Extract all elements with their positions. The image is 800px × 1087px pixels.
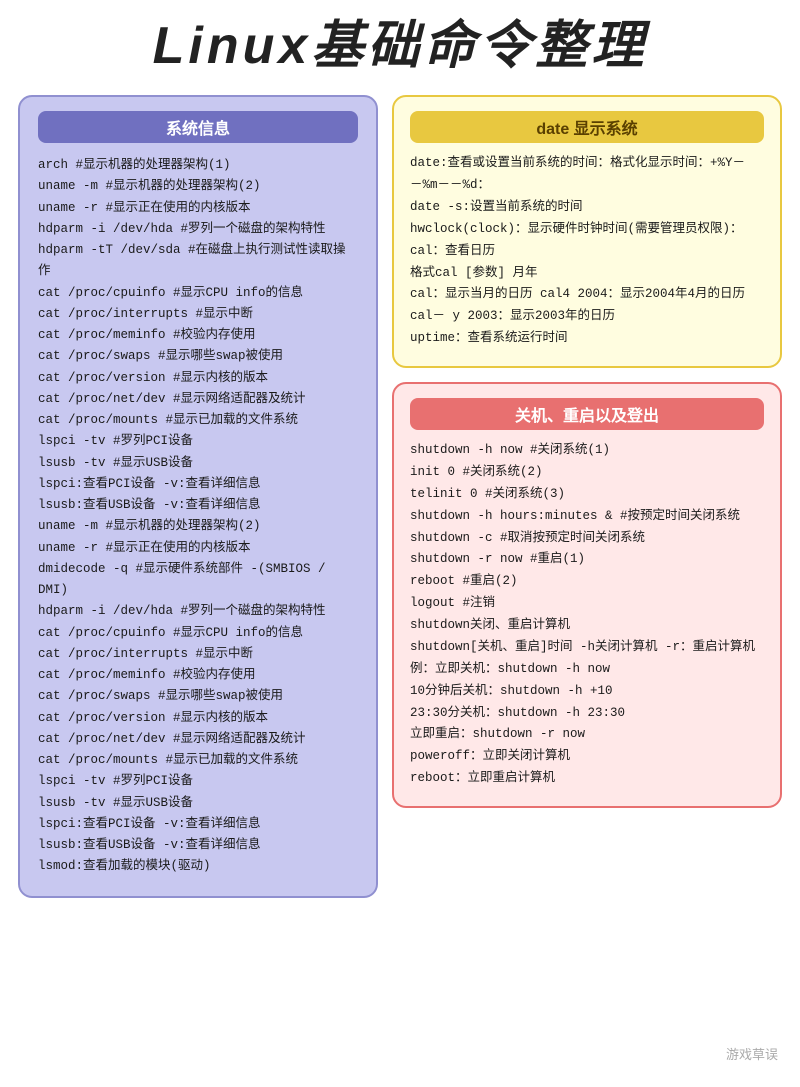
list-item: cal：显示当月的日历 cal4 2004：显示2004年4月的日历 [410, 284, 764, 306]
list-item: hdparm -i /dev/hda #罗列一个磁盘的架构特性 [38, 219, 358, 240]
list-item: poweroff：立即关闭计算机 [410, 746, 764, 768]
shutdown-panel: 关机、重启以及登出 shutdown -h now #关闭系统(1)init 0… [392, 382, 782, 808]
list-item: arch #显示机器的处理器架构(1) [38, 155, 358, 176]
list-item: lsmod:查看加载的模块(驱动) [38, 856, 358, 877]
list-item: cal－ y 2003：显示2003年的日历 [410, 306, 764, 328]
list-item: cat /proc/interrupts #显示中断 [38, 304, 358, 325]
list-item: shutdown -r now #重启(1) [410, 549, 764, 571]
list-item: cat /proc/meminfo #校验内存使用 [38, 325, 358, 346]
list-item: lspci -tv #罗列PCI设备 [38, 771, 358, 792]
list-item: hdparm -tT /dev/sda #在磁盘上执行测试性读取操作 [38, 240, 358, 283]
list-item: 格式cal [参数] 月年 [410, 263, 764, 285]
list-item: lspci:查看PCI设备 -v:查看详细信息 [38, 814, 358, 835]
list-item: cat /proc/net/dev #显示网络适配器及统计 [38, 389, 358, 410]
shutdown-panel-title: 关机、重启以及登出 [410, 398, 764, 430]
system-info-panel: 系统信息 arch #显示机器的处理器架构(1)uname -m #显示机器的处… [18, 95, 378, 898]
list-item: cat /proc/mounts #显示已加载的文件系统 [38, 410, 358, 431]
watermark: 游戏草误 [726, 1044, 778, 1063]
system-info-title: 系统信息 [38, 111, 358, 143]
list-item: date -s:设置当前系统的时间 [410, 197, 764, 219]
system-info-content: arch #显示机器的处理器架构(1)uname -m #显示机器的处理器架构(… [38, 155, 358, 878]
right-column: date 显示系统 date:查看或设置当前系统的时间：格式化显示时间：+%Y－… [392, 95, 782, 808]
date-panel: date 显示系统 date:查看或设置当前系统的时间：格式化显示时间：+%Y－… [392, 95, 782, 368]
list-item: shutdown[关机、重启]时间 -h关闭计算机 -r：重启计算机 [410, 637, 764, 659]
list-item: uname -m #显示机器的处理器架构(2) [38, 176, 358, 197]
list-item: hdparm -i /dev/hda #罗列一个磁盘的架构特性 [38, 601, 358, 622]
list-item: cat /proc/meminfo #校验内存使用 [38, 665, 358, 686]
list-item: lspci:查看PCI设备 -v:查看详细信息 [38, 474, 358, 495]
list-item: logout #注销 [410, 593, 764, 615]
list-item: cat /proc/net/dev #显示网络适配器及统计 [38, 729, 358, 750]
shutdown-panel-content: shutdown -h now #关闭系统(1)init 0 #关闭系统(2)t… [410, 440, 764, 790]
list-item: cat /proc/version #显示内核的版本 [38, 368, 358, 389]
list-item: uname -r #显示正在使用的内核版本 [38, 198, 358, 219]
list-item: 立即重启：shutdown -r now [410, 724, 764, 746]
list-item: shutdown关闭、重启计算机 [410, 615, 764, 637]
main-title: Linux基础命令整理 [20, 18, 780, 75]
list-item: cat /proc/cpuinfo #显示CPU info的信息 [38, 623, 358, 644]
list-item: shutdown -h hours:minutes & #按预定时间关闭系统 [410, 506, 764, 528]
list-item: lsusb:查看USB设备 -v:查看详细信息 [38, 835, 358, 856]
list-item: cat /proc/cpuinfo #显示CPU info的信息 [38, 283, 358, 304]
list-item: cat /proc/swaps #显示哪些swap被使用 [38, 346, 358, 367]
list-item: reboot #重启(2) [410, 571, 764, 593]
page-wrapper: Linux基础命令整理 系统信息 arch #显示机器的处理器架构(1)unam… [0, 0, 800, 1087]
list-item: lsusb:查看USB设备 -v:查看详细信息 [38, 495, 358, 516]
list-item: lsusb -tv #显示USB设备 [38, 453, 358, 474]
list-item: cal：查看日历 [410, 241, 764, 263]
list-item: init 0 #关闭系统(2) [410, 462, 764, 484]
list-item: hwclock(clock)：显示硬件时钟时间(需要管理员权限)： [410, 219, 764, 241]
date-panel-content: date:查看或设置当前系统的时间：格式化显示时间：+%Y－－%m－－%d：da… [410, 153, 764, 350]
list-item: uname -m #显示机器的处理器架构(2) [38, 516, 358, 537]
list-item: cat /proc/interrupts #显示中断 [38, 644, 358, 665]
list-item: uname -r #显示正在使用的内核版本 [38, 538, 358, 559]
list-item: shutdown -c #取消按预定时间关闭系统 [410, 528, 764, 550]
list-item: shutdown -h now #关闭系统(1) [410, 440, 764, 462]
list-item: cat /proc/version #显示内核的版本 [38, 708, 358, 729]
list-item: lspci -tv #罗列PCI设备 [38, 431, 358, 452]
title-area: Linux基础命令整理 [0, 0, 800, 85]
list-item: 例：立即关机：shutdown -h now [410, 659, 764, 681]
list-item: dmidecode -q #显示硬件系统部件 -(SMBIOS / DMI) [38, 559, 358, 602]
left-column: 系统信息 arch #显示机器的处理器架构(1)uname -m #显示机器的处… [18, 95, 378, 898]
list-item: uptime：查看系统运行时间 [410, 328, 764, 350]
list-item: 10分钟后关机：shutdown -h +10 [410, 681, 764, 703]
list-item: telinit 0 #关闭系统(3) [410, 484, 764, 506]
list-item: lsusb -tv #显示USB设备 [38, 793, 358, 814]
list-item: cat /proc/mounts #显示已加载的文件系统 [38, 750, 358, 771]
list-item: 23:30分关机：shutdown -h 23:30 [410, 703, 764, 725]
content-area: 系统信息 arch #显示机器的处理器架构(1)uname -m #显示机器的处… [0, 85, 800, 908]
list-item: date:查看或设置当前系统的时间：格式化显示时间：+%Y－－%m－－%d： [410, 153, 764, 197]
date-panel-title: date 显示系统 [410, 111, 764, 143]
list-item: cat /proc/swaps #显示哪些swap被使用 [38, 686, 358, 707]
list-item: reboot：立即重启计算机 [410, 768, 764, 790]
